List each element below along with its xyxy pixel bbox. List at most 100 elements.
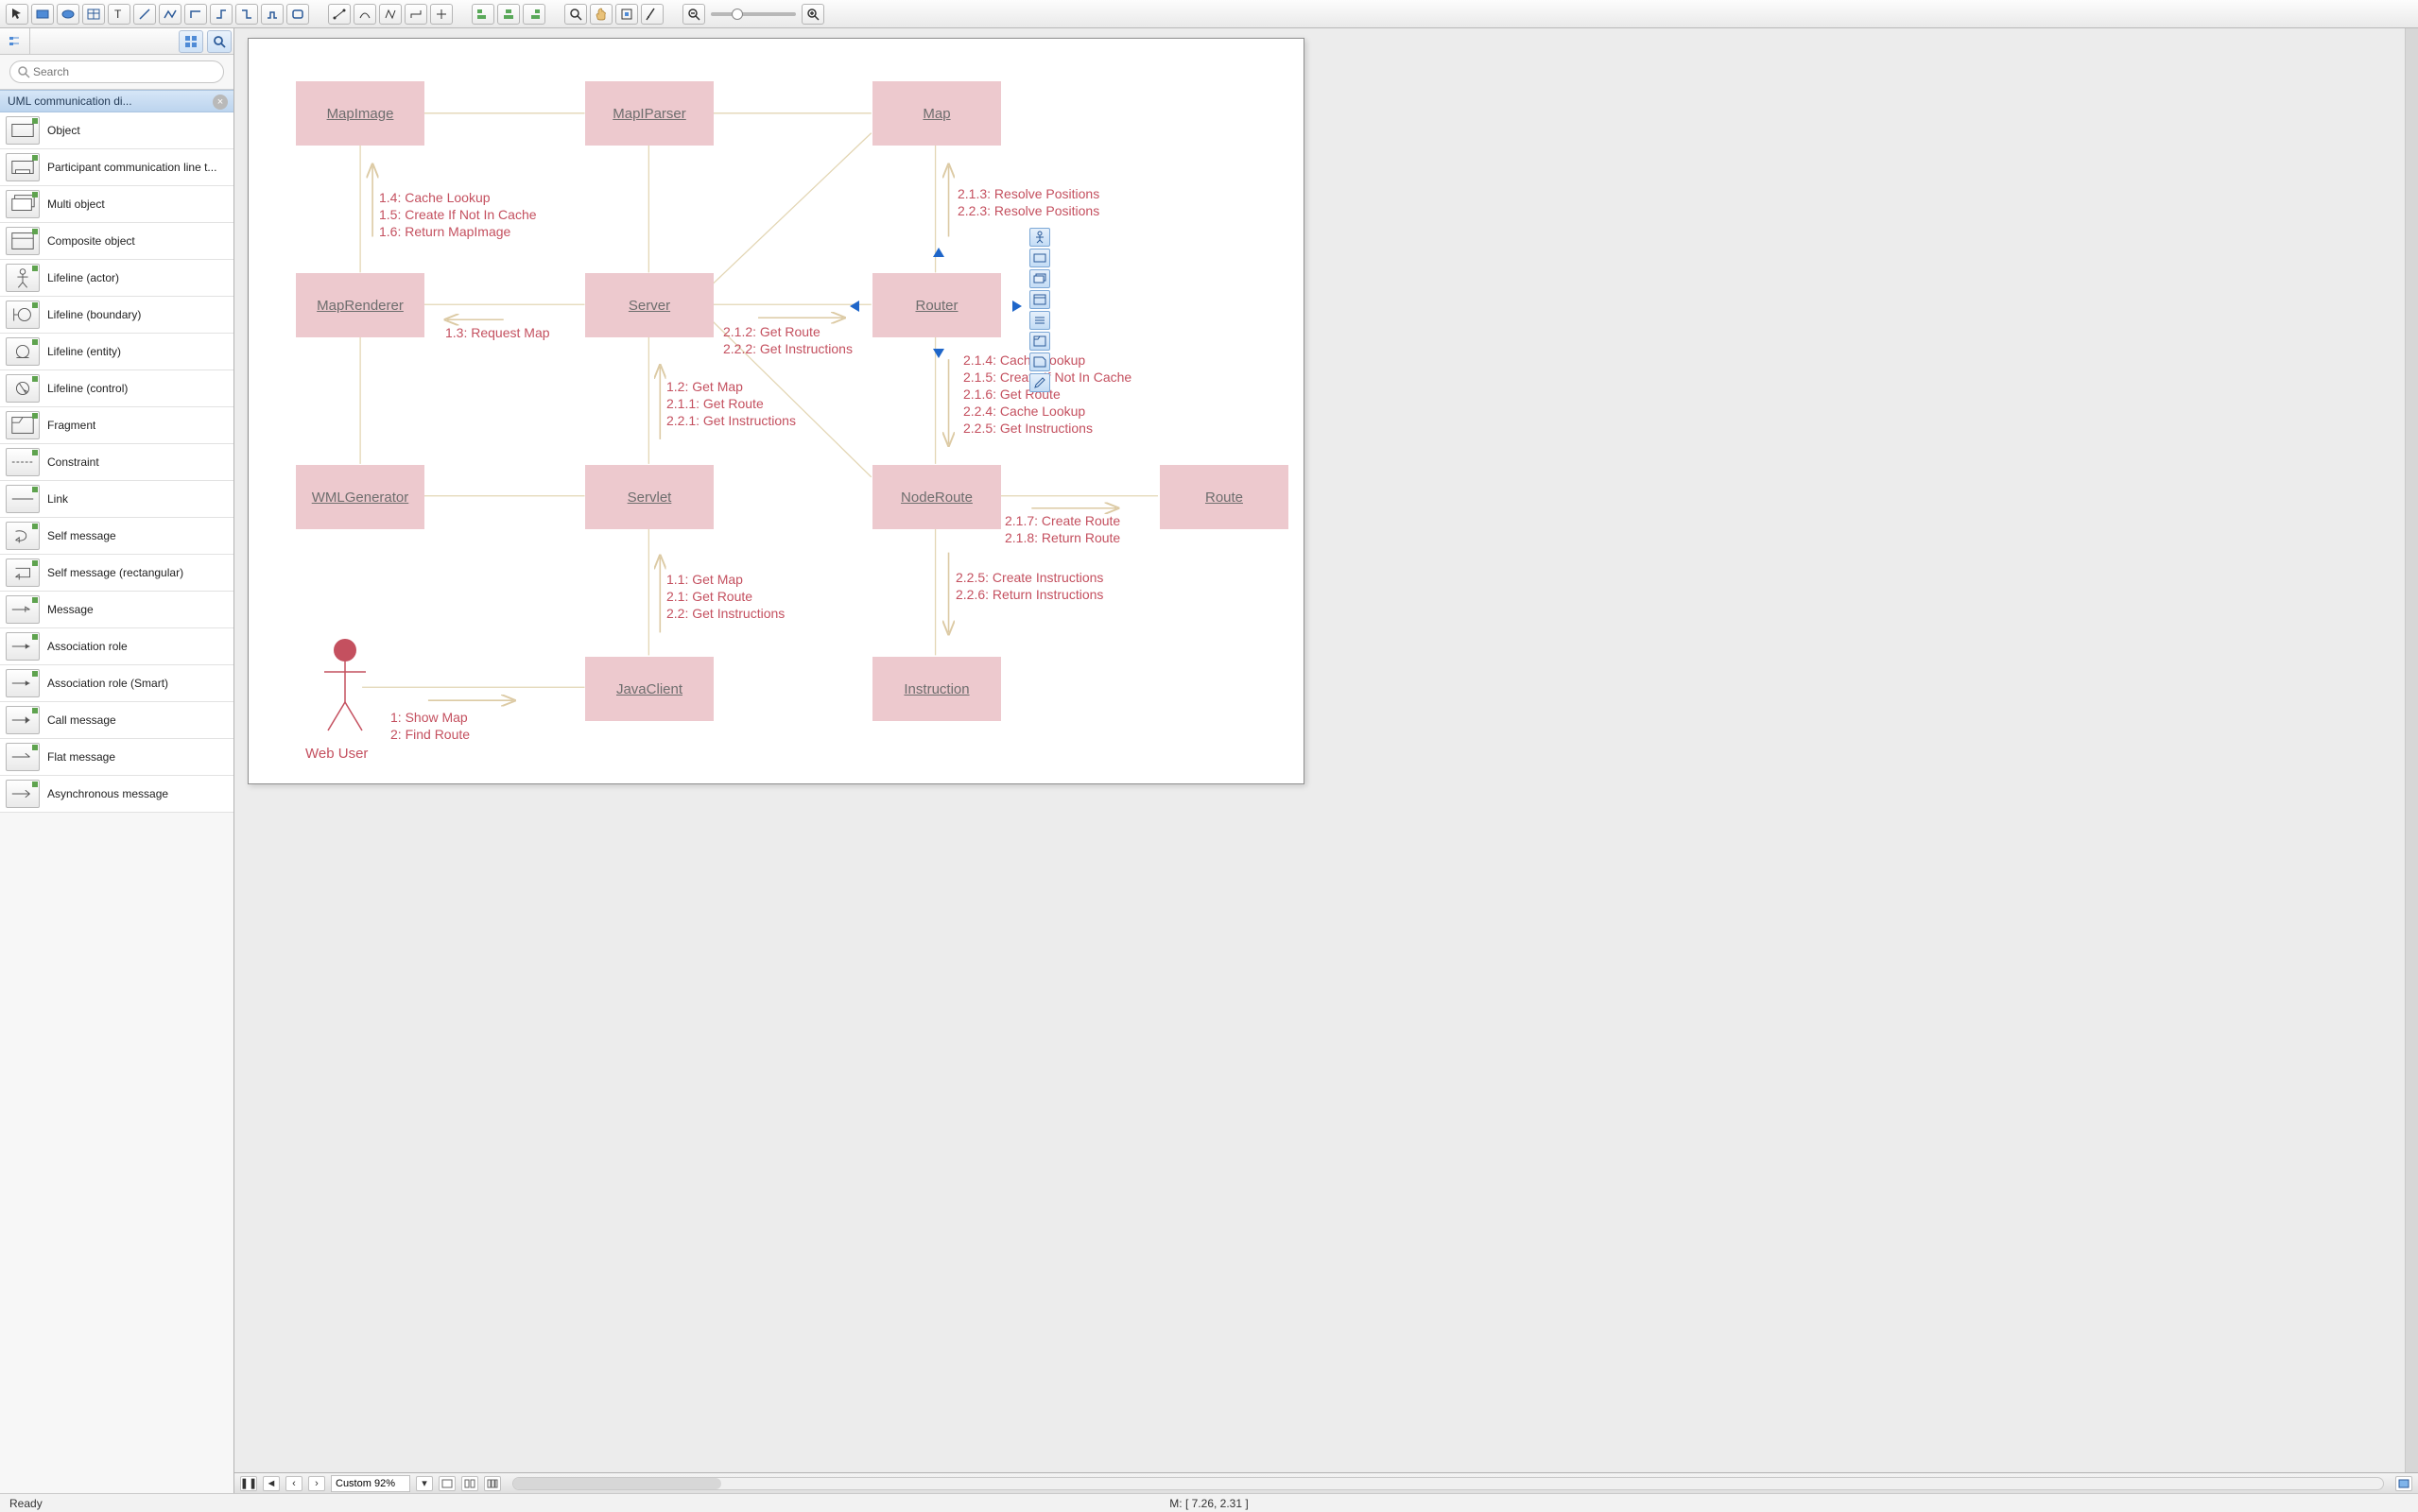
rounded-tool[interactable] (286, 4, 309, 25)
shape-palette: UML communication di... × Object Particip… (0, 28, 234, 1493)
prev-page-button[interactable]: ‹ (285, 1476, 302, 1491)
palette-item[interactable]: Constraint (0, 444, 233, 481)
polyline-tool[interactable] (159, 4, 181, 25)
palette-item-label: Association role (Smart) (47, 677, 168, 690)
palette-item-label: Flat message (47, 750, 115, 764)
layout2-icon[interactable] (461, 1476, 478, 1491)
palette-item[interactable]: Object (0, 112, 233, 149)
horizontal-scrollbar[interactable] (512, 1477, 2384, 1490)
grid-view-button[interactable] (179, 30, 203, 53)
palette-item[interactable]: Self message (0, 518, 233, 555)
first-page-button[interactable]: ◄ (263, 1476, 280, 1491)
qt-note-icon[interactable] (1029, 352, 1050, 371)
pointer-tool[interactable] (6, 4, 28, 25)
document-bottombar: ❚❚ ◄ ‹ › ▾ (234, 1472, 2418, 1493)
conn2-tool[interactable] (354, 4, 376, 25)
tree-toggle[interactable] (0, 28, 30, 54)
conn4-tool[interactable] (405, 4, 427, 25)
zoom-tool[interactable] (564, 4, 587, 25)
vertical-scrollbar[interactable] (2405, 28, 2418, 1472)
palette-item-label: Asynchronous message (47, 787, 168, 800)
palette-item[interactable]: Link (0, 481, 233, 518)
node-instruction[interactable]: Instruction (872, 657, 1001, 721)
search-input[interactable] (9, 60, 224, 83)
node-servlet[interactable]: Servlet (585, 465, 714, 529)
node-map[interactable]: Map (872, 81, 1001, 146)
node-javaclient[interactable]: JavaClient (585, 657, 714, 721)
line-tool[interactable] (133, 4, 156, 25)
qt-edit-icon[interactable] (1029, 373, 1050, 392)
ortho3-tool[interactable] (235, 4, 258, 25)
palette-item[interactable]: Association role (0, 628, 233, 665)
overview-icon[interactable] (2395, 1476, 2412, 1491)
qt-object-icon[interactable] (1029, 249, 1050, 267)
palette-item-label: Lifeline (actor) (47, 271, 119, 284)
canvas-scroll[interactable]: MapImage MapIParser Map MapRenderer Serv… (234, 28, 2405, 1472)
node-wmlgenerator[interactable]: WMLGenerator (296, 465, 424, 529)
conn1-tool[interactable] (328, 4, 351, 25)
table-tool[interactable] (82, 4, 105, 25)
palette-item[interactable]: Message (0, 592, 233, 628)
pause-icon[interactable]: ❚❚ (240, 1476, 257, 1491)
rectangle-tool[interactable] (31, 4, 54, 25)
node-router[interactable]: Router (872, 273, 1001, 337)
qt-list-icon[interactable] (1029, 311, 1050, 330)
conn3-tool[interactable] (379, 4, 402, 25)
msg-actor-client: 1: Show Map 2: Find Route (390, 710, 470, 744)
close-section-icon[interactable]: × (213, 94, 228, 110)
palette-item[interactable]: Lifeline (control) (0, 370, 233, 407)
palette-item[interactable]: Lifeline (entity) (0, 334, 233, 370)
canvas-area: MapImage MapIParser Map MapRenderer Serv… (234, 28, 2418, 1493)
palette-section-header[interactable]: UML communication di... × (0, 90, 233, 112)
palette-item[interactable]: Lifeline (actor) (0, 260, 233, 297)
text-tool[interactable]: T (108, 4, 130, 25)
crop-tool[interactable] (641, 4, 664, 25)
conn5-tool[interactable] (430, 4, 453, 25)
ortho4-tool[interactable] (261, 4, 284, 25)
zoom-in-button[interactable] (802, 4, 824, 25)
qt-actor-icon[interactable] (1029, 228, 1050, 247)
pan-tool[interactable] (590, 4, 613, 25)
palette-item[interactable]: Participant communication line t... (0, 149, 233, 186)
actor-icon[interactable] (317, 636, 373, 740)
palette-item[interactable]: Asynchronous message (0, 776, 233, 813)
palette-item-label: Participant communication line t... (47, 161, 216, 174)
palette-item-label: Lifeline (control) (47, 382, 128, 395)
align-left-tool[interactable] (472, 4, 494, 25)
qt-multi-icon[interactable] (1029, 269, 1050, 288)
palette-item[interactable]: Lifeline (boundary) (0, 297, 233, 334)
palette-item[interactable]: Call message (0, 702, 233, 739)
qt-fragment-icon[interactable] (1029, 332, 1050, 351)
next-page-button[interactable]: › (308, 1476, 325, 1491)
ellipse-tool[interactable] (57, 4, 79, 25)
node-mapiparser[interactable]: MapIParser (585, 81, 714, 146)
palette-item[interactable]: Self message (rectangular) (0, 555, 233, 592)
node-noderoute[interactable]: NodeRoute (872, 465, 1001, 529)
node-mapimage[interactable]: MapImage (296, 81, 424, 146)
align-center-tool[interactable] (497, 4, 520, 25)
zoom-out-button[interactable] (682, 4, 705, 25)
qt-composite-icon[interactable] (1029, 290, 1050, 309)
fit-tool[interactable] (615, 4, 638, 25)
ortho2-tool[interactable] (210, 4, 233, 25)
node-maprenderer[interactable]: MapRenderer (296, 273, 424, 337)
layout3-icon[interactable] (484, 1476, 501, 1491)
palette-item[interactable]: Association role (Smart) (0, 665, 233, 702)
node-route[interactable]: Route (1160, 465, 1288, 529)
zoom-dropdown[interactable]: ▾ (416, 1476, 433, 1491)
palette-item[interactable]: Flat message (0, 739, 233, 776)
diagram-canvas[interactable]: MapImage MapIParser Map MapRenderer Serv… (248, 38, 1304, 784)
node-server[interactable]: Server (585, 273, 714, 337)
ortho1-tool[interactable] (184, 4, 207, 25)
layout1-icon[interactable] (439, 1476, 456, 1491)
palette-item-icon (6, 558, 40, 587)
search-view-button[interactable] (207, 30, 232, 53)
zoom-slider[interactable] (711, 12, 796, 16)
zoom-display[interactable] (331, 1475, 410, 1492)
palette-item[interactable]: Multi object (0, 186, 233, 223)
palette-item[interactable]: Composite object (0, 223, 233, 260)
status-ready: Ready (9, 1497, 43, 1510)
align-right-tool[interactable] (523, 4, 545, 25)
palette-item[interactable]: Fragment (0, 407, 233, 444)
top-toolbar: T (0, 0, 2418, 28)
